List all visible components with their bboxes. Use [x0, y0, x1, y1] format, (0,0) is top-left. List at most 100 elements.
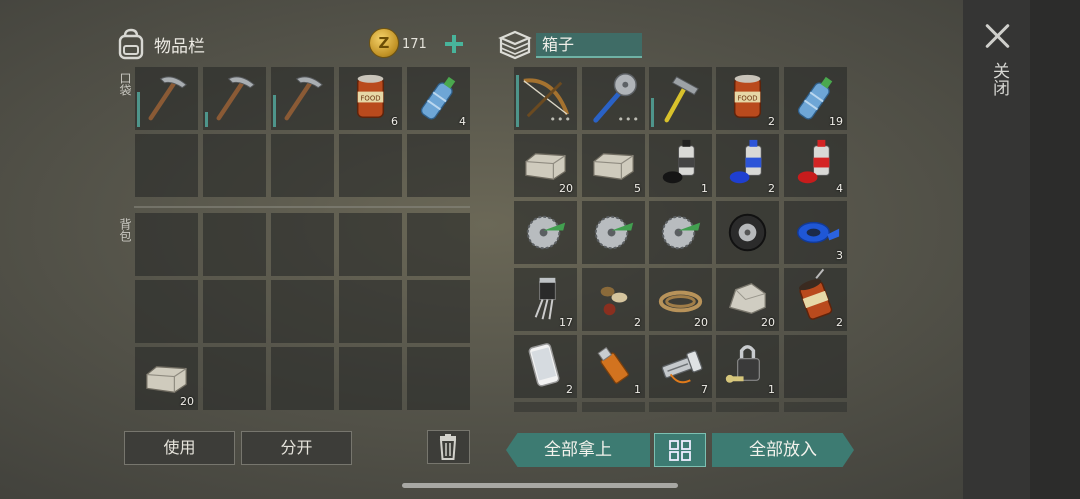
item-quantity: 20	[694, 316, 708, 329]
pocket-slot[interactable]	[203, 134, 266, 197]
pocket-slot[interactable]	[407, 134, 470, 197]
item-quantity: 2	[836, 316, 843, 329]
put-all-button[interactable]: 全部放入	[712, 433, 854, 467]
durability-bar	[651, 98, 654, 127]
close-label[interactable]: 关闭	[988, 62, 1009, 96]
item-quantity: 4	[459, 115, 466, 128]
box-slot[interactable]: 1	[716, 335, 779, 398]
box-slot[interactable]	[514, 402, 577, 412]
backpack-slot[interactable]	[271, 213, 334, 276]
box-slot[interactable]: 3	[784, 201, 847, 264]
backpack-slot[interactable]	[407, 347, 470, 410]
pocket-slot[interactable]: FOOD 6	[339, 67, 402, 130]
section-divider	[134, 206, 470, 208]
box-name-input[interactable]: 箱子	[536, 33, 642, 58]
backpack-slot[interactable]	[135, 213, 198, 276]
item-quantity: 6	[391, 115, 398, 128]
box-slot[interactable]	[649, 201, 712, 264]
split-button[interactable]: 分开	[241, 431, 352, 465]
box-slot[interactable]	[582, 402, 645, 412]
box-slot[interactable]	[514, 201, 577, 264]
backpack-slot[interactable]	[339, 280, 402, 343]
pocket-label: 口袋	[118, 72, 132, 96]
box-slot[interactable]: 2	[716, 134, 779, 197]
pocket-slot[interactable]	[203, 67, 266, 130]
box-slot[interactable]: 17	[514, 268, 577, 331]
box-slot[interactable]	[784, 335, 847, 398]
inventory-title: 物品栏	[154, 36, 205, 57]
box-slot[interactable]: 1	[582, 335, 645, 398]
backpack-slot[interactable]	[271, 347, 334, 410]
box-slot[interactable]: 2	[582, 268, 645, 331]
pocket-slot[interactable]	[135, 67, 198, 130]
box-slot[interactable]	[716, 201, 779, 264]
backpack-slot[interactable]	[407, 213, 470, 276]
box-slot[interactable]: •••	[514, 67, 577, 130]
item-quantity: 7	[701, 383, 708, 396]
home-indicator[interactable]	[402, 483, 678, 488]
pocket-slot[interactable]	[271, 67, 334, 130]
durability-bar	[516, 75, 519, 127]
item-quantity: 19	[829, 115, 843, 128]
item-quantity: 2	[768, 115, 775, 128]
box-slot[interactable]: 1	[649, 134, 712, 197]
item-quantity: 5	[634, 182, 641, 195]
box-slot[interactable]	[582, 201, 645, 264]
box-slot[interactable]: 5	[582, 134, 645, 197]
trash-icon	[439, 434, 457, 460]
storage-box-icon	[498, 30, 532, 60]
side-panel	[963, 0, 1080, 499]
box-slot[interactable]: 20	[649, 268, 712, 331]
take-all-button[interactable]: 全部拿上	[506, 433, 650, 467]
item-quantity: 2	[634, 316, 641, 329]
box-slot[interactable]: 2	[784, 268, 847, 331]
box-slot[interactable]	[649, 67, 712, 130]
backpack-slot[interactable]	[203, 213, 266, 276]
backpack-icon	[118, 28, 144, 60]
backpack-slot[interactable]	[271, 280, 334, 343]
box-slot[interactable]: 7	[649, 335, 712, 398]
box-slot[interactable]: 20	[514, 134, 577, 197]
pocket-slot[interactable]: 4	[407, 67, 470, 130]
use-button[interactable]: 使用	[124, 431, 235, 465]
box-slot[interactable]: •••	[582, 67, 645, 130]
trash-button[interactable]	[427, 430, 470, 464]
backpack-slot[interactable]	[407, 280, 470, 343]
item-quantity: 20	[180, 395, 194, 408]
backpack-slot[interactable]: 20	[135, 347, 198, 410]
box-slot[interactable]	[784, 402, 847, 412]
box-slot[interactable]: 19	[784, 67, 847, 130]
backpack-slot[interactable]	[339, 213, 402, 276]
item-quantity: 1	[634, 383, 641, 396]
box-slot[interactable]: 4	[784, 134, 847, 197]
pocket-slot[interactable]	[271, 134, 334, 197]
box-slot[interactable]: FOOD 2	[716, 67, 779, 130]
item-quantity: 2	[566, 383, 573, 396]
item-quantity: 1	[768, 383, 775, 396]
backpack-slot[interactable]	[203, 280, 266, 343]
add-coins-button[interactable]	[444, 34, 464, 54]
close-icon[interactable]	[984, 22, 1012, 50]
more-icon: •••	[617, 113, 640, 126]
inventory-header: 物品栏	[116, 24, 205, 64]
item-quantity: 17	[559, 316, 573, 329]
item-quantity: 3	[836, 249, 843, 262]
pocket-slot[interactable]	[339, 134, 402, 197]
pocket-slot[interactable]	[135, 134, 198, 197]
coin-icon: Z	[369, 28, 399, 58]
box-slot[interactable]: 2	[514, 335, 577, 398]
sort-grid-button[interactable]	[654, 433, 706, 467]
svg-text:FOOD: FOOD	[360, 94, 380, 102]
box-slot[interactable]	[716, 402, 779, 412]
item-quantity: 20	[559, 182, 573, 195]
box-slot[interactable]	[649, 402, 712, 412]
backpack-slot[interactable]	[135, 280, 198, 343]
backpack-slot[interactable]	[203, 347, 266, 410]
item-quantity: 2	[768, 182, 775, 195]
durability-bar	[137, 92, 140, 127]
item-quantity: 20	[761, 316, 775, 329]
backpack-slot[interactable]	[339, 347, 402, 410]
box-slot[interactable]: 20	[716, 268, 779, 331]
coin-count: 171	[402, 37, 427, 52]
durability-bar	[205, 112, 208, 127]
